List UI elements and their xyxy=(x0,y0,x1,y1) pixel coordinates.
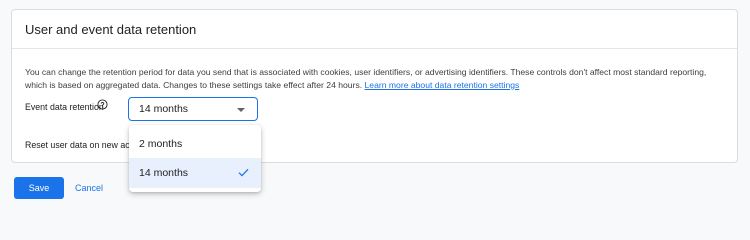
card-title: User and event data retention xyxy=(25,22,197,37)
learn-more-link[interactable]: Learn more about data retention settings xyxy=(365,80,520,90)
selected-retention-value: 14 months xyxy=(139,103,189,115)
reset-user-data-label: Reset user data on new ac xyxy=(25,140,130,150)
divider xyxy=(12,48,737,49)
help-circle-icon[interactable] xyxy=(97,99,108,110)
retention-options-menu: 2 months 14 months xyxy=(129,125,261,192)
check-icon xyxy=(238,168,249,177)
option-14-months[interactable]: 14 months xyxy=(129,158,261,188)
save-button[interactable]: Save xyxy=(14,177,64,199)
cancel-button[interactable]: Cancel xyxy=(75,177,103,199)
event-retention-label: Event data retention xyxy=(25,102,104,112)
event-retention-select[interactable]: 14 months xyxy=(128,97,258,121)
option-2-months[interactable]: 2 months xyxy=(129,129,261,159)
option-label: 14 months xyxy=(139,167,189,179)
retention-description: You can change the retention period for … xyxy=(25,66,725,91)
option-label: 2 months xyxy=(139,138,183,150)
dropdown-caret-icon xyxy=(237,108,245,112)
